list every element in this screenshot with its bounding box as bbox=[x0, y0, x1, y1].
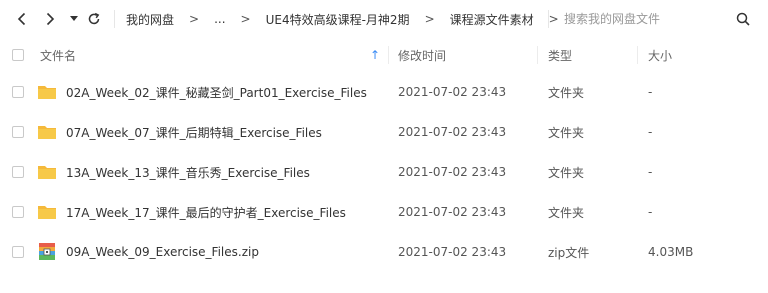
file-name[interactable]: 13A_Week_13_课件_音乐秀_Exercise_Files bbox=[66, 152, 310, 192]
file-size: - bbox=[648, 85, 653, 99]
file-type: 文件夹 bbox=[548, 125, 585, 140]
file-type: 文件夹 bbox=[548, 165, 585, 180]
column-header-type-label: 类型 bbox=[548, 48, 573, 63]
sort-ascending-icon[interactable]: ↑ bbox=[370, 48, 380, 62]
file-name[interactable]: 09A_Week_09_Exercise_Files.zip bbox=[66, 232, 259, 272]
column-header-modified-label: 修改时间 bbox=[398, 48, 447, 63]
file-name[interactable]: 02A_Week_02_课件_秘藏圣剑_Part01_Exercise_File… bbox=[66, 72, 367, 112]
file-size: - bbox=[648, 125, 653, 139]
caret-down-icon bbox=[70, 16, 78, 21]
file-size: - bbox=[648, 165, 653, 179]
file-row[interactable]: 07A_Week_07_课件_后期特辑_Exercise_Files 2021-… bbox=[0, 112, 768, 152]
column-header-type[interactable]: 类型 bbox=[548, 38, 628, 72]
file-row[interactable]: 17A_Week_17_课件_最后的守护者_Exercise_Files 202… bbox=[0, 192, 768, 232]
file-modified: 2021-07-02 23:43 bbox=[398, 125, 507, 139]
row-checkbox[interactable] bbox=[12, 166, 24, 178]
breadcrumb-separator: > bbox=[424, 12, 435, 26]
breadcrumb-item-ellipsis[interactable]: ... bbox=[214, 12, 225, 26]
file-modified: 2021-07-02 23:43 bbox=[398, 245, 507, 259]
file-type: 文件夹 bbox=[548, 205, 585, 220]
column-divider[interactable] bbox=[537, 46, 538, 64]
column-header-modified[interactable]: 修改时间 bbox=[398, 38, 528, 72]
column-divider[interactable] bbox=[388, 46, 389, 64]
file-name[interactable]: 17A_Week_17_课件_最后的守护者_Exercise_Files bbox=[66, 192, 346, 232]
toolbar-divider bbox=[114, 10, 115, 28]
row-checkbox[interactable] bbox=[12, 86, 24, 98]
folder-icon bbox=[38, 126, 56, 139]
toolbar: 我的网盘 > ... > UE4特效高级课程-月神2期 > 课程源文件素材 > bbox=[0, 0, 768, 38]
column-header-name[interactable]: 文件名 ↑ bbox=[40, 38, 380, 72]
file-list-header: 文件名 ↑ 修改时间 类型 大小 bbox=[0, 38, 768, 72]
column-header-name-label: 文件名 bbox=[40, 48, 77, 63]
file-row[interactable]: 13A_Week_13_课件_音乐秀_Exercise_Files 2021-0… bbox=[0, 152, 768, 192]
select-all-checkbox[interactable] bbox=[12, 49, 24, 61]
search-divider bbox=[548, 10, 549, 28]
breadcrumb-item-current[interactable]: 课程源文件素材 bbox=[450, 11, 534, 28]
file-modified: 2021-07-02 23:43 bbox=[398, 205, 507, 219]
row-checkbox[interactable] bbox=[12, 126, 24, 138]
file-modified: 2021-07-02 23:43 bbox=[398, 85, 507, 99]
breadcrumb-item-course[interactable]: UE4特效高级课程-月神2期 bbox=[266, 11, 410, 28]
search-input[interactable] bbox=[558, 9, 730, 29]
breadcrumb-separator: > bbox=[240, 12, 251, 26]
history-dropdown[interactable] bbox=[64, 8, 84, 30]
search-button[interactable] bbox=[732, 8, 754, 30]
file-name[interactable]: 07A_Week_07_课件_后期特辑_Exercise_Files bbox=[66, 112, 322, 152]
back-button[interactable] bbox=[12, 8, 32, 30]
file-size: 4.03MB bbox=[648, 245, 694, 259]
file-row[interactable]: 09A_Week_09_Exercise_Files.zip 2021-07-0… bbox=[0, 232, 768, 272]
file-size: - bbox=[648, 205, 653, 219]
chevron-right-icon bbox=[46, 12, 55, 26]
column-header-size-label: 大小 bbox=[648, 48, 673, 63]
file-type: 文件夹 bbox=[548, 85, 585, 100]
column-header-size[interactable]: 大小 bbox=[648, 38, 748, 72]
row-checkbox[interactable] bbox=[12, 246, 24, 258]
chevron-left-icon bbox=[17, 12, 26, 26]
file-row[interactable]: 02A_Week_02_课件_秘藏圣剑_Part01_Exercise_File… bbox=[0, 72, 768, 112]
refresh-icon bbox=[88, 12, 100, 25]
breadcrumb-separator: > bbox=[189, 12, 200, 26]
folder-icon bbox=[38, 166, 56, 179]
zip-archive-icon bbox=[39, 243, 55, 260]
search-icon bbox=[736, 12, 750, 26]
search-box bbox=[548, 8, 758, 30]
file-modified: 2021-07-02 23:43 bbox=[398, 165, 507, 179]
breadcrumb-item-my-drive[interactable]: 我的网盘 bbox=[126, 11, 174, 28]
file-type: zip文件 bbox=[548, 245, 590, 260]
breadcrumb: 我的网盘 > ... > UE4特效高级课程-月神2期 > 课程源文件素材 > bbox=[126, 0, 574, 38]
folder-icon bbox=[38, 86, 56, 99]
folder-icon bbox=[38, 206, 56, 219]
forward-button[interactable] bbox=[40, 8, 60, 30]
refresh-button[interactable] bbox=[84, 8, 104, 30]
column-divider[interactable] bbox=[637, 46, 638, 64]
row-checkbox[interactable] bbox=[12, 206, 24, 218]
